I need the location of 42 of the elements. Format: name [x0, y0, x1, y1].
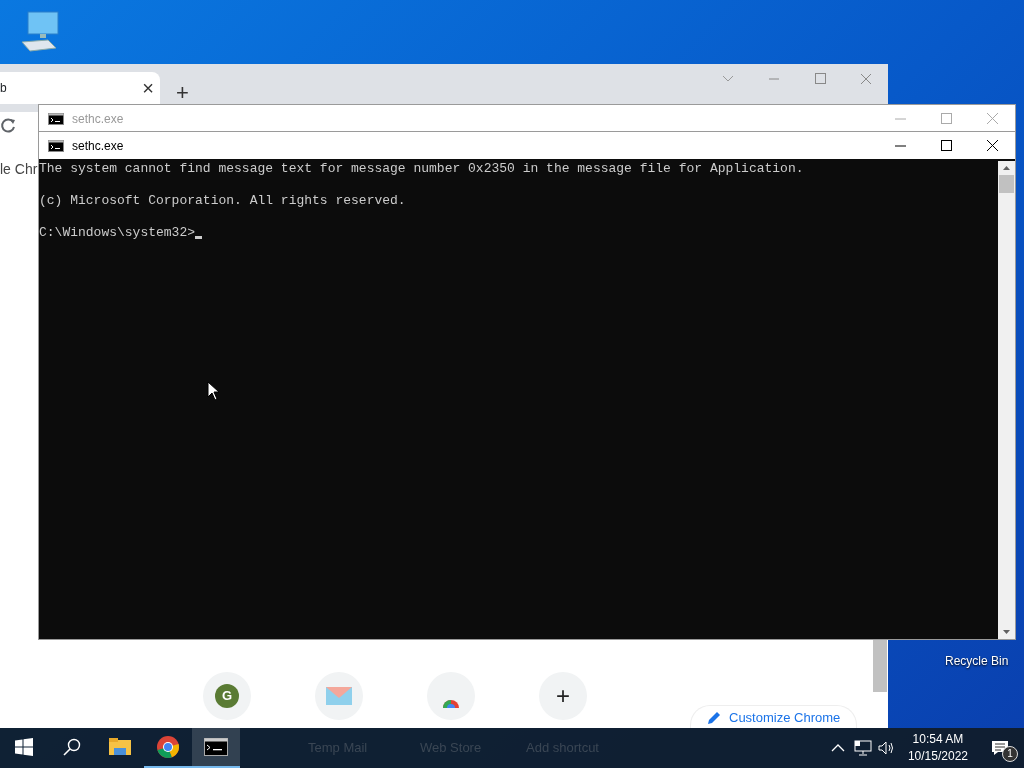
console-icon: [48, 139, 64, 152]
chevron-up-icon[interactable]: [829, 743, 846, 753]
network-icon[interactable]: [853, 740, 872, 756]
maximize-icon: [940, 140, 952, 151]
console-text: The system cannot find message text for message number 0x2350 in the message file for Application.: [39, 161, 804, 177]
console-text: (c) Microsoft Corporation. All rights reserved.: [39, 193, 406, 209]
page-text: le Chr: [0, 160, 38, 179]
shortcut-button[interactable]: +: [539, 672, 587, 720]
minimize-icon: [894, 144, 906, 147]
close-icon: [986, 113, 998, 124]
mail-icon: [326, 687, 352, 705]
notification-count: 1: [1002, 746, 1018, 762]
browser-tab[interactable]: b ×: [0, 72, 160, 104]
tab-title: b: [0, 80, 7, 97]
search-icon: [63, 738, 81, 756]
console-text: C:\Windows\system32>: [39, 225, 196, 241]
new-tab-button[interactable]: +: [176, 82, 189, 104]
windows-logo-icon: [15, 738, 33, 756]
minimize-icon: [894, 117, 906, 120]
shortcut-button[interactable]: [427, 672, 475, 720]
desktop-icon-label[interactable]: Recycle Bin: [945, 652, 1009, 670]
reload-icon[interactable]: [0, 116, 16, 134]
shortcut-button[interactable]: G: [203, 672, 251, 720]
customize-chrome-button[interactable]: Customize Chrome: [690, 705, 858, 728]
computer-icon[interactable]: [18, 10, 62, 54]
console-icon: [204, 735, 228, 759]
clock[interactable]: 10:54 AM 10/15/2022: [899, 728, 976, 768]
mouse-pointer-icon: [207, 381, 219, 401]
scrollbar-thumb[interactable]: [873, 640, 887, 692]
browser-icon: [156, 735, 180, 759]
window-title: sethc.exe: [72, 137, 124, 155]
taskbar-app-button[interactable]: [192, 728, 240, 768]
text-cursor: [195, 236, 203, 239]
shortcut-letter: G: [215, 684, 239, 708]
close-icon: [986, 140, 998, 151]
pencil-icon: [707, 711, 721, 725]
volume-icon[interactable]: [877, 740, 896, 756]
scrollbar-thumb[interactable]: [999, 175, 1014, 193]
maximize-icon: [940, 113, 952, 124]
window-title: sethc.exe: [72, 110, 124, 128]
notifications-button[interactable]: 1: [976, 728, 1024, 768]
console-icon: [48, 112, 64, 125]
